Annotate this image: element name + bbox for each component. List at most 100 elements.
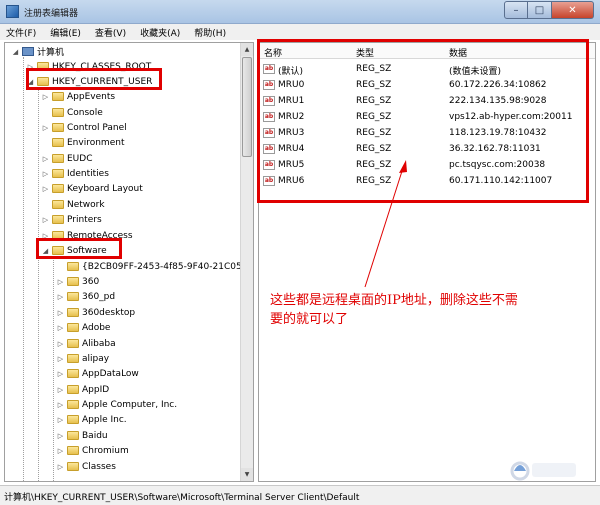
expand-arrow-icon[interactable]: ▷: [41, 155, 50, 163]
window-title: 注册表编辑器: [24, 9, 79, 19]
expand-arrow-icon[interactable]: ▷: [56, 463, 65, 471]
expand-arrow-icon[interactable]: ◢: [26, 78, 35, 86]
tree-node-hkey-classes-root[interactable]: ▷ HKEY_CLASSES_ROOT: [26, 59, 151, 74]
value-row-mru3[interactable]: ab MRU3 REG_SZ 118.123.19.78:10432: [259, 125, 595, 141]
expand-arrow-icon[interactable]: ◢: [11, 48, 20, 56]
scroll-up-arrow-icon[interactable]: ▲: [241, 43, 253, 56]
tree-node-appid[interactable]: ▷ AppID: [56, 382, 109, 397]
folder-icon: [67, 400, 79, 409]
column-type-header[interactable]: 类型: [356, 46, 374, 59]
tree-node-baidu[interactable]: ▷ Baidu: [56, 428, 108, 443]
expand-arrow-icon[interactable]: ▷: [56, 355, 65, 363]
tree-node-adobe[interactable]: ▷ Adobe: [56, 320, 111, 335]
expand-arrow-icon[interactable]: ▷: [56, 324, 65, 332]
tree-scrollbar[interactable]: ▲ ▼: [240, 43, 253, 481]
string-value-icon: ab: [263, 112, 275, 122]
value-row-default[interactable]: ab (默认) REG_SZ (数值未设置): [259, 61, 595, 77]
expand-arrow-icon[interactable]: ▷: [41, 185, 50, 193]
string-value-icon: ab: [263, 144, 275, 154]
tree-node-identities[interactable]: ▷ Identities: [41, 166, 109, 181]
expand-arrow-icon[interactable]: ▷: [56, 432, 65, 440]
tree-node-computer[interactable]: ◢ 计算机: [11, 44, 64, 59]
value-row-mru6[interactable]: ab MRU6 REG_SZ 60.171.110.142:11007: [259, 173, 595, 189]
expand-arrow-icon[interactable]: ▷: [56, 401, 65, 409]
expand-arrow-icon[interactable]: ▷: [41, 93, 50, 101]
folder-icon: [37, 62, 49, 71]
tree-node-eudc[interactable]: ▷ EUDC: [41, 151, 93, 166]
value-row-mru4[interactable]: ab MRU4 REG_SZ 36.32.162.78:11031: [259, 141, 595, 157]
folder-icon: [67, 308, 79, 317]
expand-arrow-icon[interactable]: ▷: [41, 232, 50, 240]
tree-node-environment[interactable]: Environment: [41, 135, 124, 150]
expand-arrow-icon[interactable]: ▷: [41, 170, 50, 178]
tree-node-software[interactable]: ◢ Software: [41, 243, 107, 258]
expand-arrow-icon[interactable]: ▷: [56, 447, 65, 455]
expand-arrow-icon[interactable]: ▷: [56, 340, 65, 348]
string-value-icon: ab: [263, 80, 275, 90]
tree-node-360[interactable]: ▷ 360: [56, 274, 99, 289]
folder-icon: [52, 108, 64, 117]
expand-arrow-icon[interactable]: ▷: [26, 63, 35, 71]
tree-node-360desktop[interactable]: ▷ 360desktop: [56, 305, 135, 320]
expand-arrow-icon[interactable]: ▷: [41, 124, 50, 132]
expand-arrow-icon[interactable]: ▷: [56, 386, 65, 394]
tree-node-appevents[interactable]: ▷ AppEvents: [41, 89, 115, 104]
registry-tree-pane[interactable]: ◢ 计算机 ▷ HKEY_CLASSES_ROOT ◢ HKEY_CURRENT…: [4, 42, 254, 482]
title-bar: 注册表编辑器 – □ ✕: [0, 0, 600, 24]
maximize-button[interactable]: □: [528, 1, 552, 19]
expand-arrow-icon[interactable]: ◢: [41, 247, 50, 255]
column-data-header[interactable]: 数据: [449, 46, 467, 59]
expand-arrow-icon[interactable]: ▷: [56, 293, 65, 301]
tree-node-alipay[interactable]: ▷ alipay: [56, 351, 109, 366]
tree-node-keyboard-layout[interactable]: ▷ Keyboard Layout: [41, 181, 143, 196]
annotation-line-2: 要的就可以了: [270, 312, 349, 327]
expand-arrow-icon[interactable]: ▷: [56, 416, 65, 424]
folder-icon: [67, 431, 79, 440]
menu-favorites[interactable]: 收藏夹(A): [140, 26, 180, 39]
menu-bar: 文件(F) 编辑(E) 查看(V) 收藏夹(A) 帮助(H): [0, 24, 600, 40]
folder-icon: [52, 215, 64, 224]
string-value-icon: ab: [263, 64, 275, 74]
expand-arrow-icon[interactable]: ▷: [56, 370, 65, 378]
folder-icon: [52, 184, 64, 193]
tree-node-network[interactable]: Network: [41, 197, 105, 212]
value-row-mru0[interactable]: ab MRU0 REG_SZ 60.172.226.34:10862: [259, 77, 595, 93]
string-value-icon: ab: [263, 96, 275, 106]
minimize-button[interactable]: –: [504, 1, 528, 19]
tree-node-control-panel[interactable]: ▷ Control Panel: [41, 120, 127, 135]
tree-node-hkey-current-user[interactable]: ◢ HKEY_CURRENT_USER: [26, 74, 153, 89]
expand-arrow-icon[interactable]: ▷: [41, 216, 50, 224]
column-name-header[interactable]: 名称: [264, 46, 282, 59]
scroll-down-arrow-icon[interactable]: ▼: [241, 468, 253, 481]
tree-node-printers[interactable]: ▷ Printers: [41, 212, 102, 227]
watermark-logo-icon: [510, 461, 576, 481]
tree-node-apple-inc[interactable]: ▷ Apple Inc.: [56, 412, 127, 427]
folder-icon: [52, 231, 64, 240]
tree-node-guid[interactable]: {B2CB09FF-2453-4f85-9F40-21C05E: [56, 259, 247, 274]
tree-node-chromium[interactable]: ▷ Chromium: [56, 443, 129, 458]
tree-node-classes[interactable]: ▷ Classes: [56, 459, 116, 474]
tree-node-apple-computer[interactable]: ▷ Apple Computer, Inc.: [56, 397, 177, 412]
string-value-icon: ab: [263, 176, 275, 186]
value-row-mru1[interactable]: ab MRU1 REG_SZ 222.134.135.98:9028: [259, 93, 595, 109]
tree-node-remoteaccess[interactable]: ▷ RemoteAccess: [41, 228, 133, 243]
expand-arrow-icon[interactable]: ▷: [56, 309, 65, 317]
folder-icon: [67, 277, 79, 286]
value-row-mru5[interactable]: ab MRU5 REG_SZ pc.tsqysc.com:20038: [259, 157, 595, 173]
scrollbar-thumb[interactable]: [242, 57, 252, 157]
tree-node-console[interactable]: Console: [41, 105, 103, 120]
tree-node-appdatalow[interactable]: ▷ AppDataLow: [56, 366, 139, 381]
expand-arrow-icon[interactable]: ▷: [56, 278, 65, 286]
menu-edit[interactable]: 编辑(E): [50, 26, 81, 39]
string-value-icon: ab: [263, 128, 275, 138]
menu-help[interactable]: 帮助(H): [194, 26, 226, 39]
string-value-icon: ab: [263, 160, 275, 170]
registry-values-pane[interactable]: 名称 类型 数据 ab (默认) REG_SZ (数值未设置) ab MRU0 …: [258, 42, 596, 482]
menu-file[interactable]: 文件(F): [6, 26, 36, 39]
current-key-path: 计算机\HKEY_CURRENT_USER\Software\Microsoft…: [4, 493, 360, 503]
tree-node-360-pd[interactable]: ▷ 360_pd: [56, 289, 115, 304]
close-button[interactable]: ✕: [552, 1, 594, 19]
tree-node-alibaba[interactable]: ▷ Alibaba: [56, 336, 116, 351]
value-row-mru2[interactable]: ab MRU2 REG_SZ vps12.ab-hyper.com:20011: [259, 109, 595, 125]
menu-view[interactable]: 查看(V): [95, 26, 126, 39]
